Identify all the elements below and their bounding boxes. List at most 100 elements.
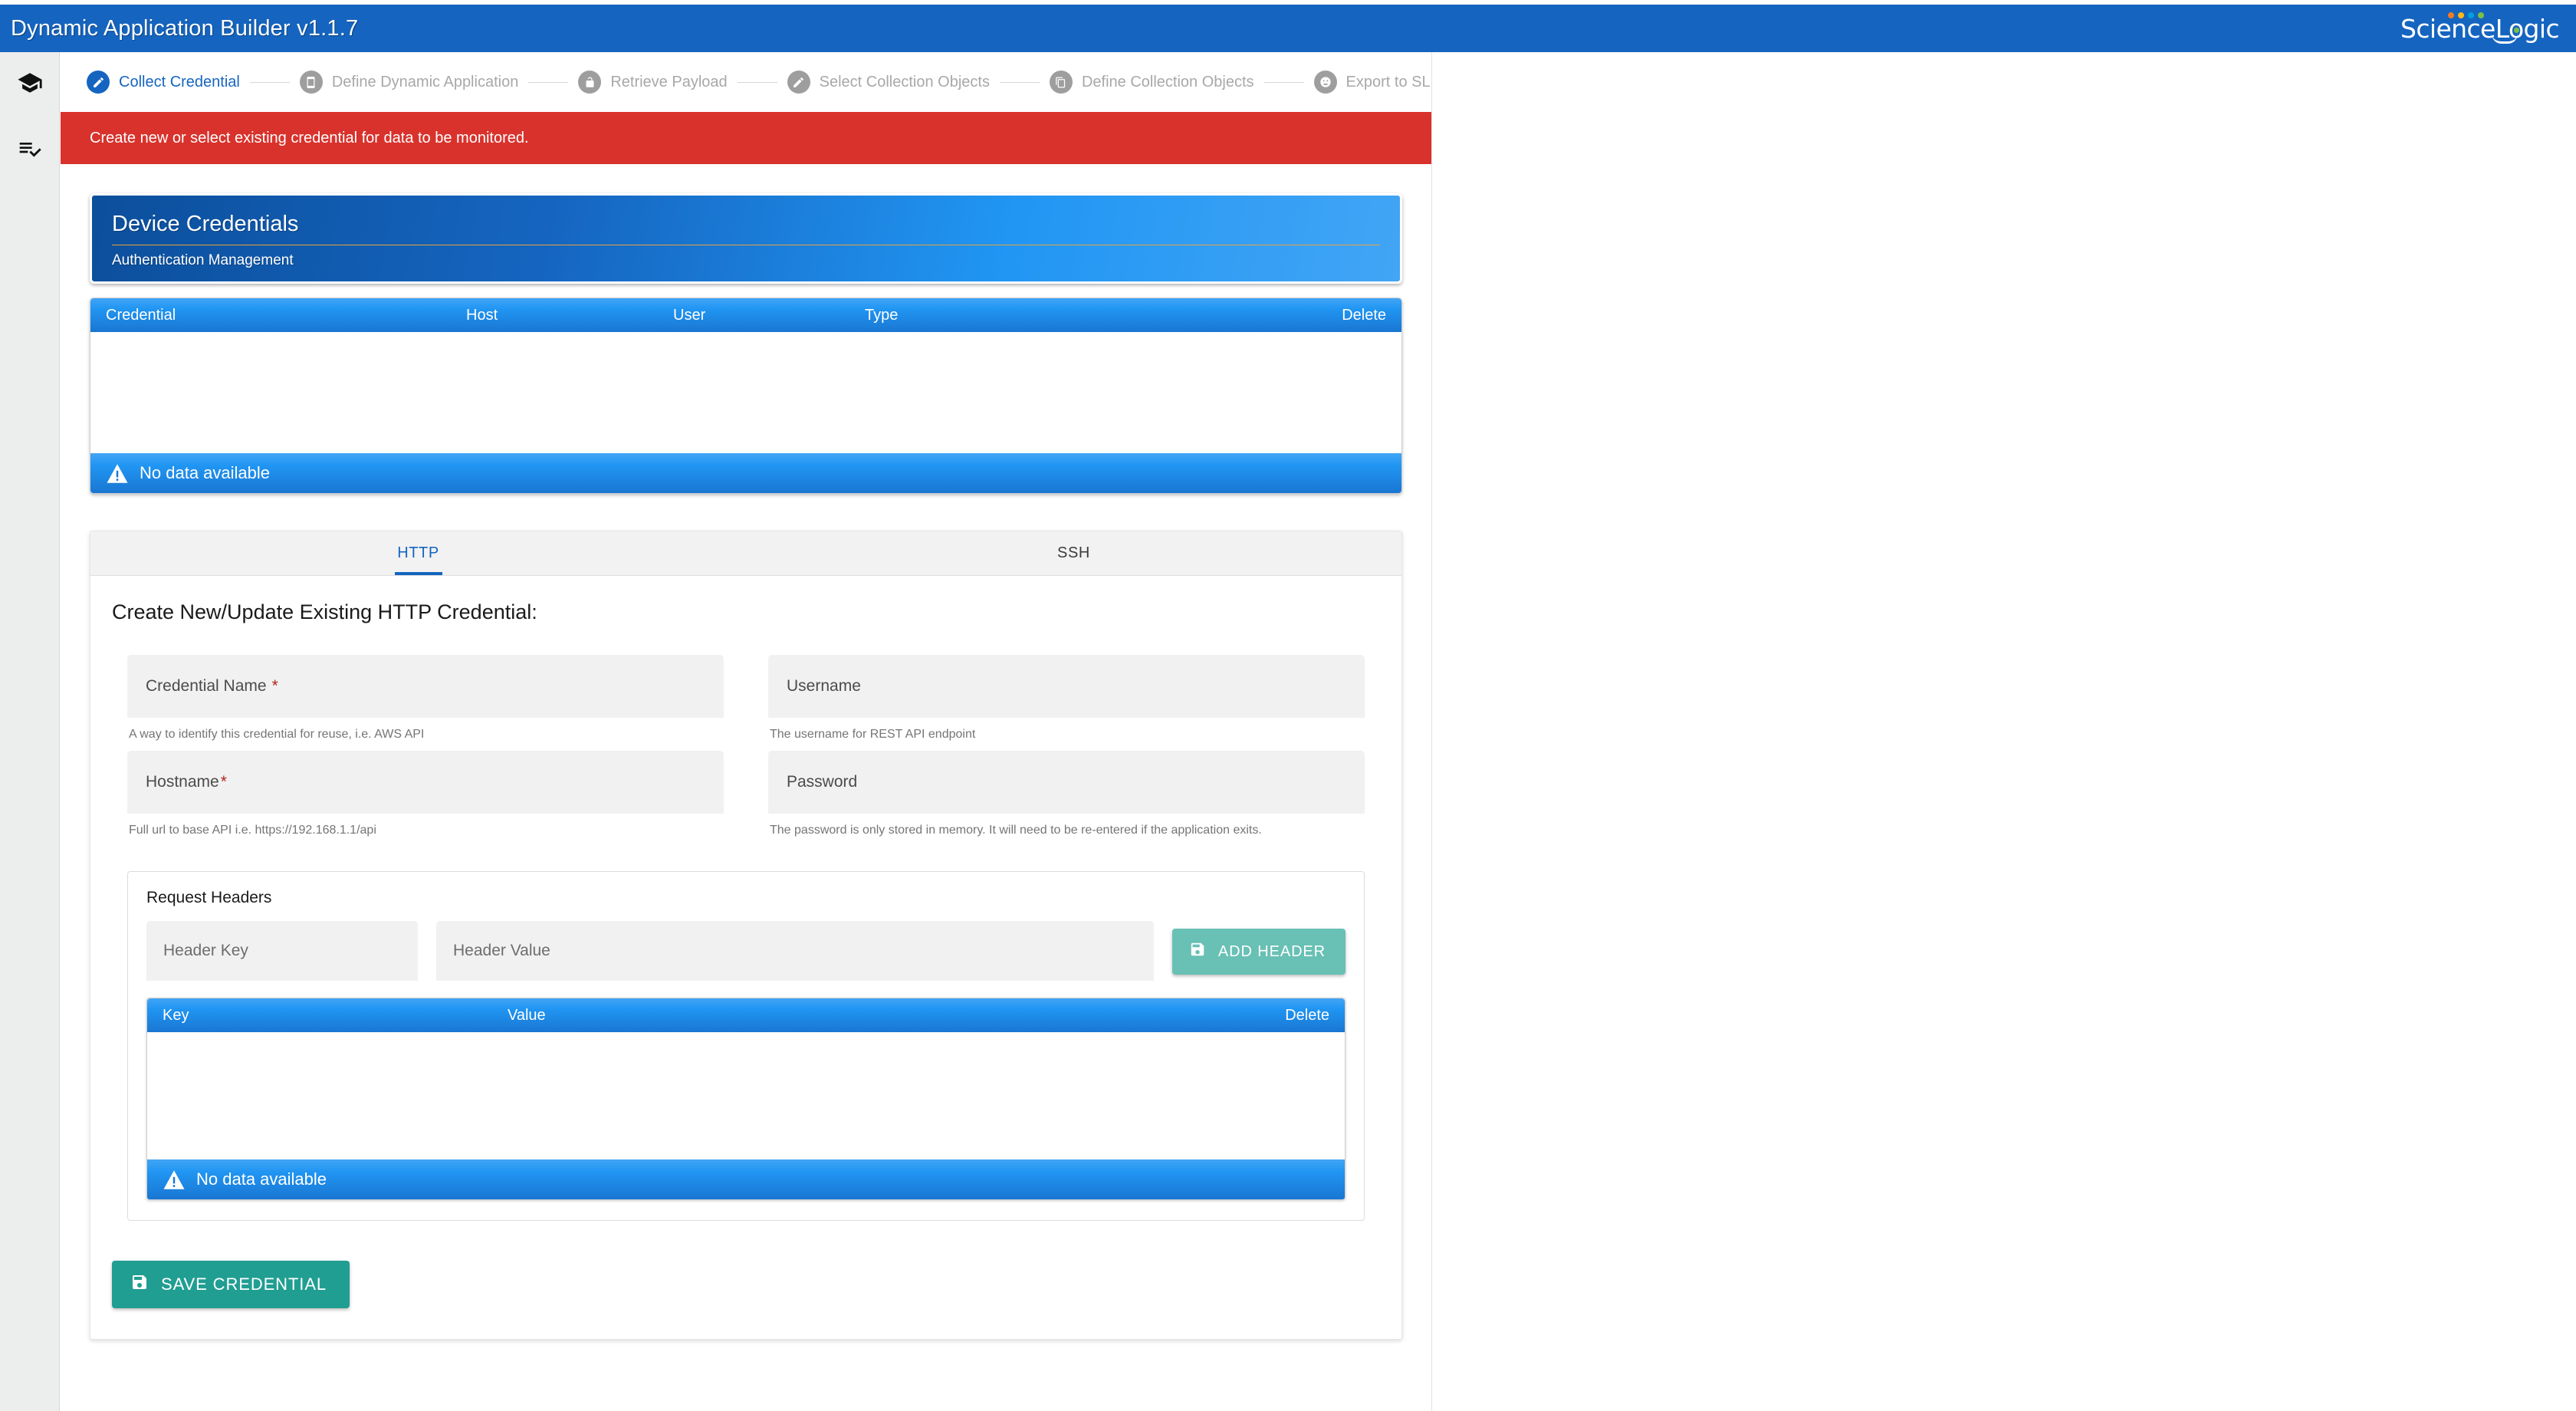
hostname-placeholder: Hostname [146,773,219,791]
password-placeholder: Password [787,773,858,791]
step-connector [1263,81,1304,83]
credential-name-hint: A way to identify this credential for re… [129,728,425,741]
header-value-input[interactable]: Header Value [436,921,1154,981]
logo-green-dot-icon [2514,28,2519,33]
wizard-stepper: Collect Credential Define Dynamic Applic… [61,52,1431,112]
credential-fields-grid: Credential Name * A way to identify this… [90,624,1401,847]
save-floppy-icon [1189,941,1206,962]
request-headers-entry-row: Header Key Header Value ADD HEADER [146,921,1346,981]
form-actions: SAVE CREDENTIAL [90,1221,1401,1308]
pencil-icon [787,71,810,94]
step-retrieve-payload[interactable]: Retrieve Payload [578,71,728,94]
headers-table-body [147,1032,1345,1159]
step-export-to-sl1[interactable]: Export to SL1 [1313,71,1432,94]
smiley-icon [1313,71,1337,94]
credential-form-card: HTTP SSH Create New/Update Existing HTTP… [90,531,1402,1340]
header-value-placeholder: Header Value [453,942,550,959]
headers-table-header: Key Value Delete [147,998,1345,1032]
credential-name-placeholder: Credential Name [146,677,267,695]
card-subtitle: Authentication Management [112,252,294,268]
tab-ssh[interactable]: SSH [746,531,1401,575]
add-header-button[interactable]: ADD HEADER [1171,929,1346,975]
step-define-dynamic-application[interactable]: Define Dynamic Application [299,71,519,94]
column-header-delete[interactable]: Delete [1285,1007,1329,1025]
save-credential-label: SAVE CREDENTIAL [161,1275,327,1294]
credential-name-input[interactable]: Credential Name * [127,655,724,718]
username-placeholder: Username [787,677,861,695]
password-input[interactable]: Password [768,751,1365,814]
card-title: Device Credentials [112,212,299,236]
required-asterisk: * [271,677,278,695]
logo-dots [2448,12,2485,18]
field-password: Password The password is only stored in … [768,751,1365,837]
header-key-placeholder: Header Key [163,942,248,959]
column-header-credential[interactable]: Credential [106,307,466,324]
tab-http[interactable]: HTTP [90,531,746,575]
step-label: Define Dynamic Application [331,73,519,90]
credentials-empty-state: No data available [90,453,1401,493]
credential-type-tabs: HTTP SSH [90,531,1401,576]
main-content: Collect Credential Define Dynamic Applic… [61,52,1432,1411]
top-bar: Dynamic Application Builder v1.1.7 Scien… [0,5,2576,52]
sciencelogic-logo: ScienceLogic [2400,11,2560,46]
step-connector [249,81,290,83]
form-heading: Create New/Update Existing HTTP Credenti… [112,600,537,623]
step-connector [737,81,777,83]
empty-right-area [1433,52,2576,1411]
graduation-cap-icon[interactable] [13,66,47,100]
hostname-input[interactable]: Hostname * [127,751,724,814]
playlist-check-icon[interactable] [13,132,47,166]
alert-text: Create new or select existing credential… [90,129,529,146]
warning-triangle-icon [106,463,129,484]
column-header-value[interactable]: Value [508,1007,1285,1025]
tablet-icon [299,71,323,94]
column-header-delete[interactable]: Delete [1342,307,1386,324]
step-label: Retrieve Payload [610,73,728,90]
copy-icon [1049,71,1073,94]
required-asterisk: * [220,773,227,791]
lock-open-icon [578,71,602,94]
request-headers-section: Request Headers Header Key Header Value [127,871,1365,1221]
alert-banner: Create new or select existing credential… [61,112,1431,164]
step-select-collection-objects[interactable]: Select Collection Objects [787,71,990,94]
step-connector [999,81,1040,83]
step-label: Select Collection Objects [819,73,990,90]
device-credentials-header: Device Credentials Authentication Manage… [90,193,1402,284]
header-key-input[interactable]: Header Key [146,921,418,981]
headers-empty-state: No data available [147,1159,1345,1199]
save-credential-button[interactable]: SAVE CREDENTIAL [112,1261,350,1308]
column-header-key[interactable]: Key [163,1007,508,1025]
field-hostname: Hostname * Full url to base API i.e. htt… [127,751,724,837]
credentials-table-header: Credential Host User Type Delete [90,298,1401,332]
request-headers-title: Request Headers [146,889,272,906]
request-headers-table: Key Value Delete No data available [146,998,1346,1200]
step-connector [528,81,569,83]
tab-ssh-label: SSH [1057,544,1090,561]
page-body: Device Credentials Authentication Manage… [61,193,1431,1340]
credentials-empty-text: No data available [140,463,271,482]
username-input[interactable]: Username [768,655,1365,718]
step-label: Export to SL1 [1346,73,1432,90]
field-credential-name: Credential Name * A way to identify this… [127,655,724,742]
tab-http-label: HTTP [397,544,439,561]
credentials-table-body [90,332,1401,453]
pencil-icon [87,71,110,94]
step-label: Define Collection Objects [1081,73,1254,90]
headers-empty-text: No data available [196,1169,327,1189]
hostname-hint: Full url to base API i.e. https://192.16… [129,824,376,837]
save-floppy-icon [130,1273,149,1296]
application-root: Dynamic Application Builder v1.1.7 Scien… [0,0,2576,1411]
step-define-collection-objects[interactable]: Define Collection Objects [1049,71,1254,94]
add-header-label: ADD HEADER [1217,942,1326,960]
column-header-host[interactable]: Host [466,307,673,324]
step-label: Collect Credential [119,73,240,90]
password-hint: The password is only stored in memory. I… [770,824,1262,837]
column-header-user[interactable]: User [673,307,865,324]
left-rail [0,52,60,1411]
step-collect-credential[interactable]: Collect Credential [87,71,240,94]
column-header-type[interactable]: Type [865,307,1342,324]
credentials-table: Credential Host User Type Delete No data… [90,298,1402,494]
warning-triangle-icon [163,1169,186,1190]
field-username: Username The username for REST API endpo… [768,655,1365,742]
app-title: Dynamic Application Builder v1.1.7 [11,15,359,41]
